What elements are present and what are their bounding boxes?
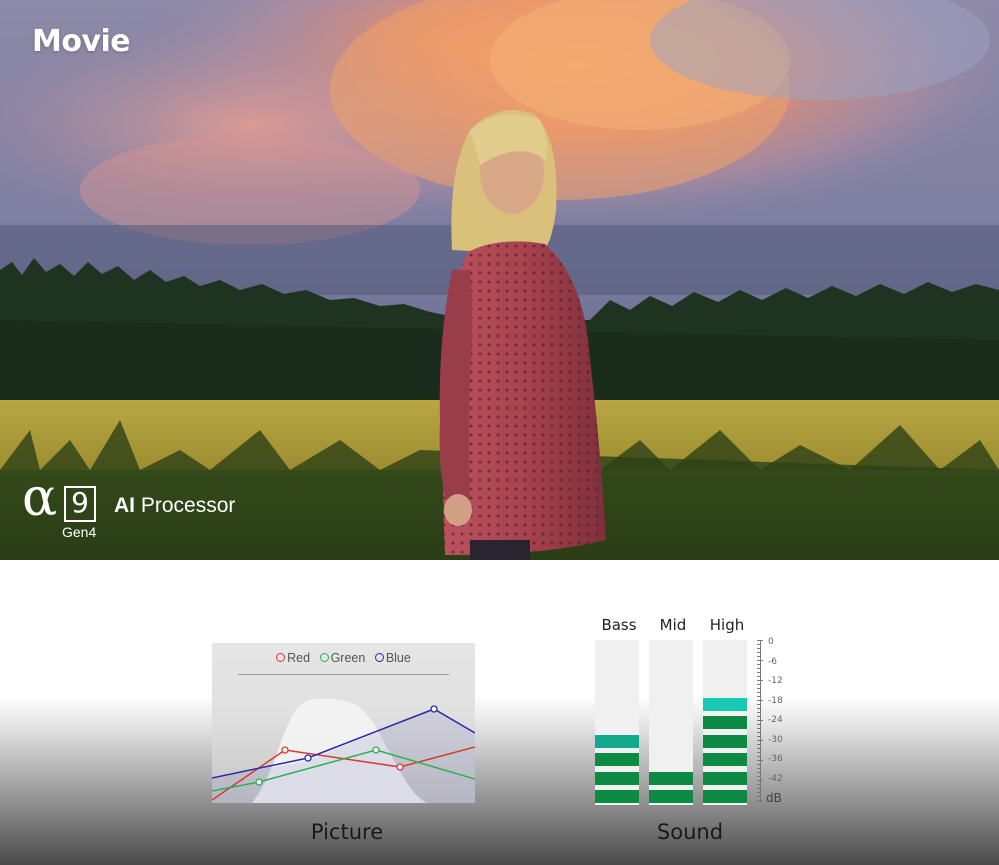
- eq-segment: [703, 734, 747, 748]
- db-tick: [757, 792, 760, 793]
- db-tick: [757, 704, 760, 705]
- processor-number: 9: [64, 486, 96, 522]
- eq-segment: [703, 771, 747, 785]
- db-tick: [757, 720, 763, 721]
- eq-segment: [703, 753, 747, 766]
- db-scale-label: -42: [768, 773, 783, 784]
- processor-ai: AI: [114, 494, 135, 517]
- db-tick: [757, 752, 760, 753]
- db-tick: [757, 800, 763, 801]
- db-tick: [757, 676, 760, 677]
- processor-generation: Gen4: [62, 524, 97, 540]
- processor-name: AI Processor: [114, 494, 235, 518]
- db-scale-label: -36: [768, 754, 783, 764]
- eq-segment: [703, 716, 747, 729]
- db-tick: [757, 672, 760, 673]
- db-tick: [757, 756, 760, 757]
- db-tick: [757, 652, 760, 653]
- db-scale-label: -6: [768, 656, 777, 667]
- db-tick: [757, 664, 760, 665]
- db-tick: [757, 764, 760, 765]
- eq-segment: [595, 790, 639, 803]
- db-tick: [757, 744, 760, 745]
- db-tick: [757, 748, 760, 749]
- eq-label-bass: Bass: [601, 616, 637, 634]
- picture-caption: Picture: [310, 820, 384, 844]
- db-tick: [757, 700, 763, 701]
- picture-graph: Red Green Blue: [212, 643, 475, 803]
- sound-caption: Sound: [656, 820, 724, 844]
- landscape-illustration: [0, 0, 999, 560]
- db-tick: [757, 668, 760, 669]
- feature-panel: [0, 560, 999, 865]
- green-point: [255, 778, 263, 786]
- db-tick: [757, 724, 760, 725]
- eq-segment: [703, 697, 747, 711]
- db-scale-label: 0: [768, 637, 774, 647]
- eq-label-high: High: [709, 616, 745, 634]
- db-tick: [757, 784, 760, 785]
- eq-segment: [649, 790, 693, 803]
- db-scale-label: -12: [768, 676, 783, 686]
- db-tick: [757, 696, 760, 697]
- db-tick: [757, 644, 760, 645]
- hero-image: Movie α 9 Gen4 AI Processor: [0, 0, 999, 560]
- db-tick: [757, 776, 760, 777]
- db-tick: [757, 760, 763, 761]
- eq-label-mid: Mid: [659, 616, 687, 634]
- db-scale-label: -30: [768, 734, 783, 745]
- db-unit-label: dB: [766, 791, 782, 805]
- db-tick: [757, 648, 760, 649]
- eq-bar-mid: [649, 640, 693, 805]
- db-tick: [757, 708, 760, 709]
- db-tick: [757, 736, 760, 737]
- rgb-curve-graph: [212, 698, 475, 803]
- red-point: [281, 746, 289, 754]
- picture-mode-label: Movie: [32, 24, 131, 59]
- db-tick: [757, 772, 760, 773]
- db-tick: [757, 660, 763, 661]
- db-tick: [757, 788, 760, 789]
- db-tick: [757, 680, 763, 681]
- eq-bar-bass: [595, 640, 639, 805]
- eq-segment: [595, 753, 639, 766]
- db-tick: [757, 692, 760, 693]
- eq-segment: [595, 771, 639, 785]
- db-tick: [757, 780, 763, 781]
- db-scale-label: -18: [768, 695, 783, 706]
- blue-point: [430, 705, 438, 713]
- db-tick: [757, 712, 760, 713]
- eq-segment: [595, 734, 639, 748]
- db-tick: [757, 732, 760, 733]
- alpha-logo: α: [22, 468, 58, 528]
- db-tick: [757, 684, 760, 685]
- db-scale-axis: [760, 640, 761, 803]
- db-tick: [757, 656, 760, 657]
- db-tick: [757, 716, 760, 717]
- processor-label: Processor: [140, 494, 236, 517]
- green-point: [372, 746, 380, 754]
- db-tick: [757, 728, 760, 729]
- red-point: [396, 763, 404, 771]
- db-tick: [757, 740, 763, 741]
- db-tick: [757, 796, 760, 797]
- db-tick: [757, 768, 760, 769]
- db-scale-label: -24: [768, 715, 783, 725]
- db-tick: [757, 688, 760, 689]
- eq-segment: [649, 771, 693, 785]
- eq-bar-high: [703, 640, 747, 805]
- db-tick: [757, 640, 763, 641]
- blue-point: [304, 754, 312, 762]
- eq-segment: [703, 790, 747, 803]
